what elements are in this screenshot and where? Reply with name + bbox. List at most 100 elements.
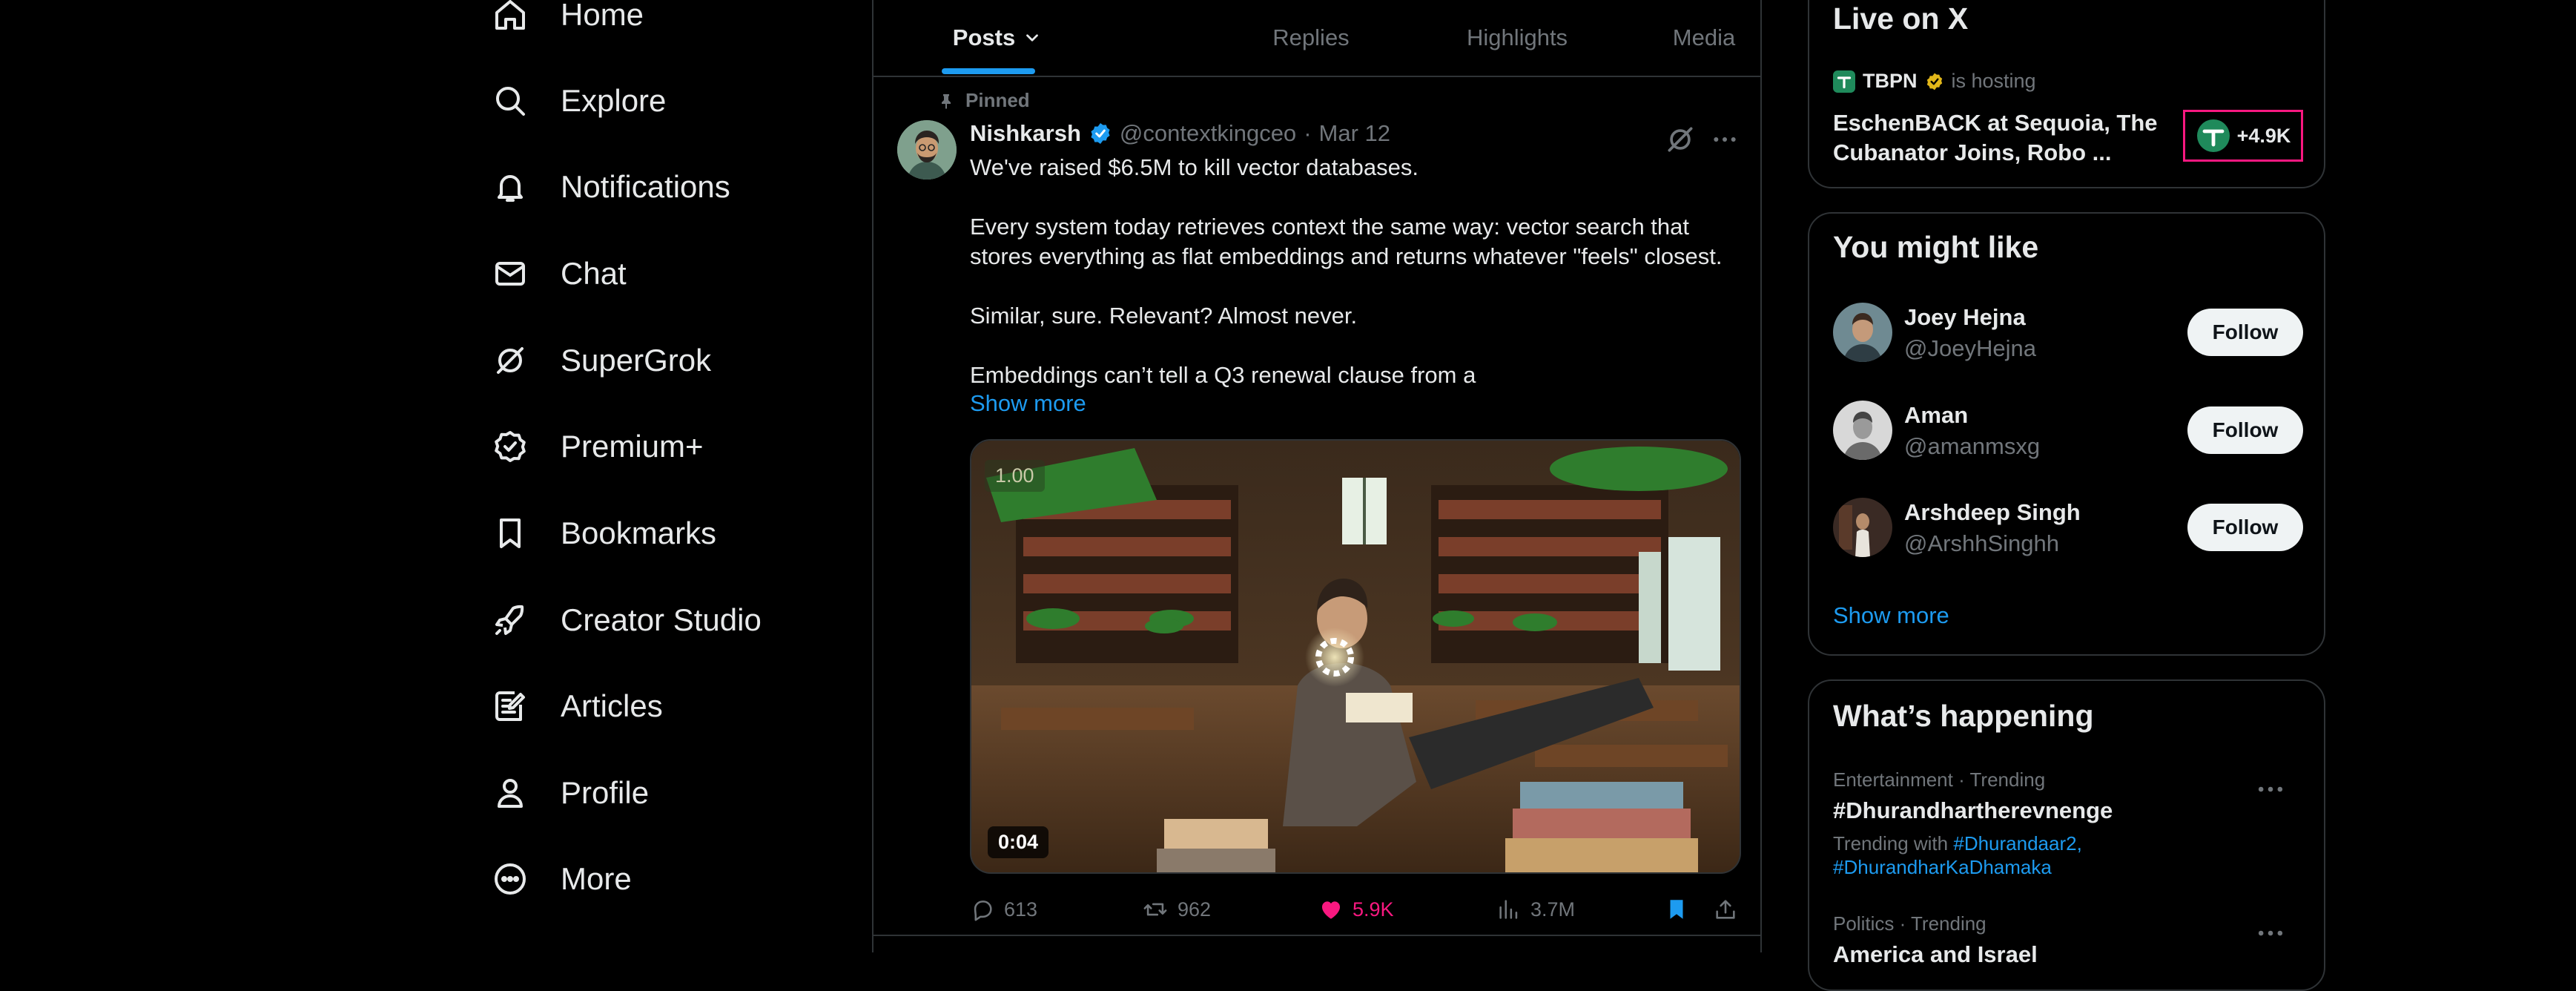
reply-icon xyxy=(970,897,995,922)
post-date[interactable]: Mar 12 xyxy=(1319,120,1390,147)
like-count: 5.9K xyxy=(1353,898,1394,921)
space-title[interactable]: EschenBACK at Sequoia, The Cubanator Joi… xyxy=(1833,108,2174,168)
share-button[interactable] xyxy=(1713,889,1738,930)
listener-avatar-icon xyxy=(2196,118,2231,154)
author-handle[interactable]: @contextkingceo xyxy=(1120,120,1296,147)
nav-item-premium[interactable]: Premium+ xyxy=(489,417,704,476)
live-on-x-card: Live on X TBPN is hosting EschenBACK at … xyxy=(1808,0,2325,188)
like-button[interactable]: 5.9K xyxy=(1318,889,1394,930)
who-to-follow-show-more[interactable]: Show more xyxy=(1833,602,1949,629)
follow-button[interactable]: Follow xyxy=(2187,406,2303,454)
playback-speed[interactable]: 1.00 xyxy=(985,460,1045,492)
live-card-title: Live on X xyxy=(1833,1,1969,36)
nav-label: Creator Studio xyxy=(561,602,762,637)
author-avatar[interactable] xyxy=(897,120,957,180)
avatar xyxy=(1833,303,1892,362)
follow-button[interactable]: Follow xyxy=(2187,504,2303,551)
post-text-line xyxy=(970,182,1741,212)
avatar xyxy=(1833,498,1892,557)
user-handle: @ArshhSinghh xyxy=(1904,530,2059,556)
nav-item-articles[interactable]: Articles xyxy=(489,676,663,736)
trend-meta: Entertainment · Trending xyxy=(1833,768,2046,791)
suggested-user[interactable]: Aman @amanmsxg Follow xyxy=(1833,393,2303,470)
post-text-line: Every system today retrieves context the… xyxy=(970,214,1690,240)
nav-item-notifications[interactable]: Notifications xyxy=(489,157,730,217)
nav-label: Explore xyxy=(561,83,667,118)
trend-with-label: Trending with xyxy=(1833,832,1949,855)
nav-item-supergrok[interactable]: SuperGrok xyxy=(489,331,711,390)
nav-label: Notifications xyxy=(561,169,730,204)
tab-replies[interactable]: Replies xyxy=(1244,0,1378,76)
post-text-line: Similar, sure. Relevant? Almost never. xyxy=(970,303,1358,329)
trend-item[interactable]: Politics · Trending America and Israel xyxy=(1833,912,2303,968)
suggested-user[interactable]: Arshdeep Singh @ArshhSinghh Follow xyxy=(1833,490,2303,567)
related-hashtag[interactable]: #DhurandharKaDhamaka xyxy=(1833,856,2052,878)
live-host[interactable]: TBPN is hosting xyxy=(1833,70,2036,93)
grok-explain-button[interactable] xyxy=(1664,123,1697,156)
more-horizontal-icon xyxy=(2254,924,2287,942)
nav-item-profile[interactable]: Profile xyxy=(489,763,649,823)
author-name[interactable]: Nishkarsh xyxy=(970,120,1081,147)
gold-verified-icon xyxy=(1925,72,1944,91)
nav-item-explore[interactable]: Explore xyxy=(489,71,666,131)
user-name: Joey Hejna xyxy=(1904,304,2026,330)
post-video[interactable]: 1.00 0:04 xyxy=(970,439,1741,874)
repost-button[interactable]: 962 xyxy=(1142,889,1211,930)
post-more-button[interactable] xyxy=(1708,125,1741,154)
pin-icon xyxy=(937,92,955,110)
suggested-user[interactable]: Joey Hejna @JoeyHejna Follow xyxy=(1833,295,2303,372)
nav-item-bookmarks[interactable]: Bookmarks xyxy=(489,504,716,563)
nav-label: Premium+ xyxy=(561,429,704,464)
related-hashtag[interactable]: #Dhurandaar2, xyxy=(1953,832,2081,855)
nav-label: Chat xyxy=(561,256,627,291)
post-text-line: stores everything as flat embeddings and… xyxy=(970,243,1723,269)
mail-icon xyxy=(489,253,531,294)
nav-item-creator-studio[interactable]: Creator Studio xyxy=(489,590,762,650)
rocket-icon xyxy=(489,599,531,641)
post-actions: 613 962 5.9K 3.7M xyxy=(970,889,1748,930)
bookmark-filled-icon xyxy=(1664,897,1689,922)
trend-more-button[interactable] xyxy=(2254,924,2287,942)
nav-item-home[interactable]: Home xyxy=(489,0,644,45)
nav-label: Home xyxy=(561,0,644,32)
pinned-indicator: Pinned xyxy=(937,89,1030,112)
article-icon xyxy=(489,685,531,727)
trend-name: #Dhurandhartherevnenge xyxy=(1833,797,2113,823)
post-text-line xyxy=(970,271,1741,301)
heart-filled-icon xyxy=(1318,897,1344,922)
whats-happening-card: What’s happening Entertainment · Trendin… xyxy=(1808,679,2325,991)
verified-badge-icon[interactable] xyxy=(1089,122,1112,145)
trend-related: Trending with #Dhurandaar2, #DhurandharK… xyxy=(1833,832,2303,879)
tab-label: Posts xyxy=(952,24,1016,50)
user-handle: @amanmsxg xyxy=(1904,433,2041,459)
views-button[interactable]: 3.7M xyxy=(1496,889,1575,930)
view-count: 3.7M xyxy=(1530,898,1576,921)
post-text-line: Embeddings can’t tell a Q3 renewal claus… xyxy=(970,362,1476,388)
tab-media[interactable]: Media xyxy=(1659,0,1748,76)
verified-badge-icon xyxy=(489,426,531,467)
nav-label: Profile xyxy=(561,775,650,810)
tab-posts[interactable]: Posts xyxy=(942,0,1053,76)
live-listeners-button[interactable]: +4.9K xyxy=(2183,110,2303,162)
user-handle: @JoeyHejna xyxy=(1904,335,2036,361)
reply-button[interactable]: 613 xyxy=(970,889,1037,930)
listener-count: +4.9K xyxy=(2236,124,2291,147)
pinned-label: Pinned xyxy=(965,89,1030,111)
nav-label: More xyxy=(561,861,632,896)
more-horizontal-icon xyxy=(2254,780,2287,798)
nav-item-more[interactable]: More xyxy=(489,849,632,909)
follow-button[interactable]: Follow xyxy=(2187,309,2303,356)
grok-icon xyxy=(1664,123,1697,156)
reply-count: 613 xyxy=(1004,898,1038,921)
trend-meta: Politics · Trending xyxy=(1833,912,1987,935)
pinned-post[interactable]: Pinned Nishkarsh @contextkingceo · Mar 1… xyxy=(873,79,1760,936)
repost-count: 962 xyxy=(1178,898,1212,921)
trend-more-button[interactable] xyxy=(2254,780,2287,798)
host-status: is hosting xyxy=(1951,70,2036,92)
nav-item-chat[interactable]: Chat xyxy=(489,244,627,303)
show-more-link[interactable]: Show more xyxy=(970,390,1086,417)
bookmark-button[interactable] xyxy=(1664,889,1689,930)
trend-name: America and Israel xyxy=(1833,941,2038,967)
trend-item[interactable]: Entertainment · Trending #Dhurandharther… xyxy=(1833,768,2303,879)
tab-highlights[interactable]: Highlights xyxy=(1436,0,1599,76)
